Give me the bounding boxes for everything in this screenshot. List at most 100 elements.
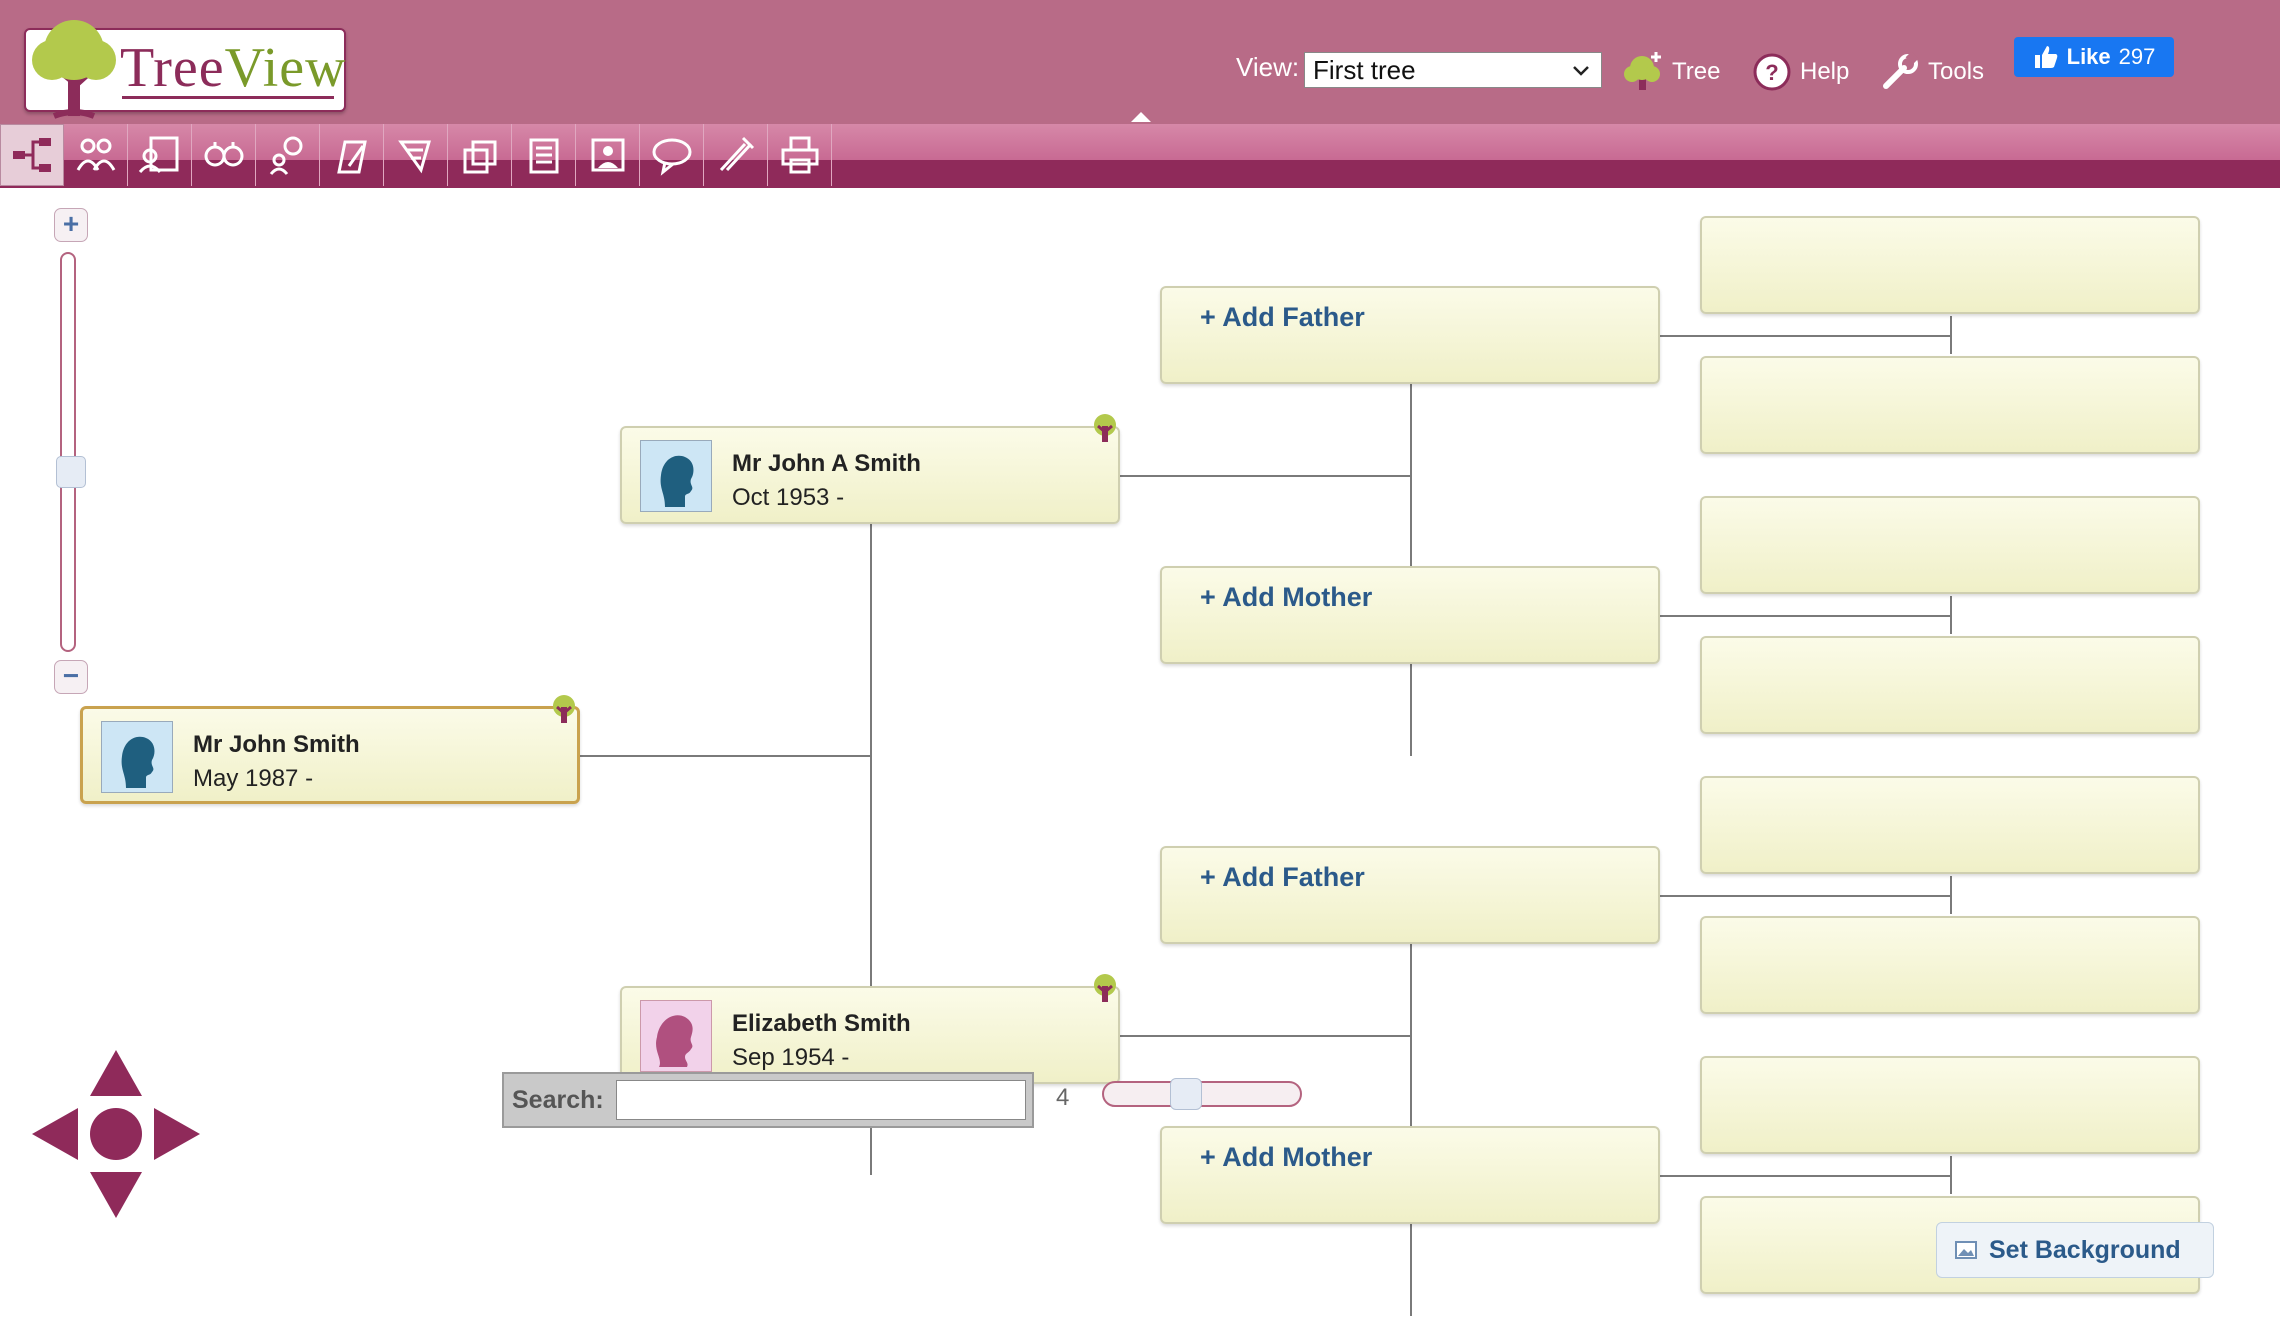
person-dates: May 1987 - [193, 765, 314, 792]
image-icon [1955, 1241, 1977, 1259]
add-father-card[interactable]: + Add Father [1160, 286, 1660, 384]
add-mother-label: + Add Mother [1200, 582, 1373, 612]
person-card-father[interactable]: Mr John A Smith Oct 1953 - [620, 414, 1120, 524]
connector [1118, 475, 1412, 477]
svg-text:?: ? [1765, 60, 1778, 85]
set-background-button[interactable]: Set Background [1936, 1222, 2214, 1278]
tree-canvas[interactable]: Mr John Smith May 1987 - Mr John A Smith… [0, 188, 2280, 1322]
person-name: Mr John Smith [193, 731, 360, 758]
tools-link-label: Tools [1928, 58, 1985, 85]
generations-slider-track[interactable] [1102, 1081, 1302, 1107]
main-toolbar [0, 124, 2280, 188]
wrench-icon [1883, 52, 1919, 89]
notes-icon [529, 138, 558, 174]
zoom-out-button[interactable]: − [54, 660, 88, 694]
connector [578, 755, 872, 757]
collapse-header-toggle[interactable] [1131, 112, 1151, 122]
toolbar-tree-chart[interactable] [0, 124, 64, 186]
toolbar-files[interactable] [448, 124, 512, 186]
tree-badge-icon[interactable] [1088, 412, 1122, 446]
zoom-slider-handle[interactable] [56, 456, 86, 488]
person-name: Elizabeth Smith [732, 1010, 911, 1037]
sources-icon [397, 140, 431, 174]
facebook-like-button[interactable]: Like 297 [2014, 37, 2174, 77]
empty-person-slot[interactable] [1700, 496, 2200, 594]
search-label: Search: [512, 1086, 604, 1114]
connector [1950, 316, 1952, 354]
toolbar-profile[interactable] [576, 124, 640, 186]
pan-up-icon[interactable] [90, 1050, 142, 1096]
toolbar-person-list[interactable] [128, 124, 192, 186]
profile-icon [591, 138, 624, 172]
search-bar: Search: [502, 1072, 1034, 1128]
empty-person-slot[interactable] [1700, 1056, 2200, 1154]
help-link[interactable]: ? Help [1752, 50, 1849, 94]
empty-person-slot[interactable] [1700, 216, 2200, 314]
generations-slider-handle[interactable] [1170, 1078, 1202, 1110]
tree-link[interactable]: Tree [1622, 50, 1720, 94]
search-input[interactable] [616, 1080, 1026, 1120]
tree-chart-icon [13, 138, 51, 172]
zoom-in-button[interactable]: + [54, 208, 88, 242]
person-card-mother[interactable]: Elizabeth Smith Sep 1954 - [620, 974, 1120, 1084]
toolbar-message[interactable] [640, 124, 704, 186]
empty-person-slot[interactable] [1700, 356, 2200, 454]
connector [1658, 1175, 1952, 1177]
app-header: TreeView View: First tree Tree ? Help To… [0, 0, 2280, 124]
toolbar-search-person[interactable] [256, 124, 320, 186]
pan-down-icon[interactable] [90, 1172, 142, 1218]
connector [1950, 1156, 1952, 1194]
chevron-down-icon [1573, 66, 1589, 76]
tools-link[interactable]: Tools [1880, 50, 1984, 94]
tree-link-label: Tree [1672, 58, 1721, 85]
empty-person-slot[interactable] [1700, 776, 2200, 874]
logo-text-view: View [224, 37, 347, 99]
like-label: Like [2066, 44, 2111, 69]
person-card-root[interactable]: Mr John Smith May 1987 - [80, 695, 580, 804]
person-name: Mr John A Smith [732, 450, 921, 477]
pan-right-icon[interactable] [154, 1108, 200, 1160]
tree-badge-icon[interactable] [1088, 972, 1122, 1006]
generations-count: 4 [1056, 1084, 1070, 1111]
message-icon [652, 138, 691, 176]
person-dates: Oct 1953 - [732, 484, 845, 511]
toolbar-family[interactable] [64, 124, 128, 186]
connector [1658, 615, 1952, 617]
toolbar-sources[interactable] [384, 124, 448, 186]
pan-center-icon[interactable] [90, 1108, 142, 1160]
connector [1950, 596, 1952, 634]
toolbar-notes[interactable] [512, 124, 576, 186]
connector [1658, 895, 1952, 897]
print-icon [781, 136, 818, 174]
view-label: View: [1236, 52, 1300, 82]
connector [1658, 335, 1952, 337]
add-father-label: + Add Father [1200, 302, 1365, 332]
view-select[interactable]: First tree [1304, 52, 1602, 88]
like-count: 297 [2118, 44, 2156, 69]
tree-add-icon [1624, 52, 1661, 90]
add-mother-label: + Add Mother [1200, 1142, 1373, 1172]
toolbar-places[interactable] [192, 124, 256, 186]
help-link-label: Help [1800, 58, 1850, 85]
toolbar-print[interactable] [768, 124, 832, 186]
tree-badge-icon[interactable] [547, 693, 581, 727]
avatar [640, 1000, 712, 1072]
search-person-icon [269, 136, 302, 175]
treeview-logo[interactable]: TreeView [24, 20, 347, 119]
empty-person-slot[interactable] [1700, 636, 2200, 734]
add-father-card[interactable]: + Add Father [1160, 846, 1660, 944]
avatar [101, 721, 173, 793]
view-selected-value: First tree [1313, 55, 1416, 85]
toolbar-edit[interactable] [320, 124, 384, 186]
tools-icon [719, 136, 754, 172]
empty-person-slot[interactable] [1700, 916, 2200, 1014]
connector [1118, 1035, 1412, 1037]
family-icon [76, 138, 115, 171]
add-mother-card[interactable]: + Add Mother [1160, 566, 1660, 664]
zoom-slider-track[interactable] [60, 252, 76, 652]
add-mother-card[interactable]: + Add Mother [1160, 1126, 1660, 1224]
pan-left-icon[interactable] [32, 1108, 78, 1160]
toolbar-tools[interactable] [704, 124, 768, 186]
logo-wordmark: TreeView [120, 36, 347, 100]
female-silhouette-icon [656, 1015, 693, 1067]
